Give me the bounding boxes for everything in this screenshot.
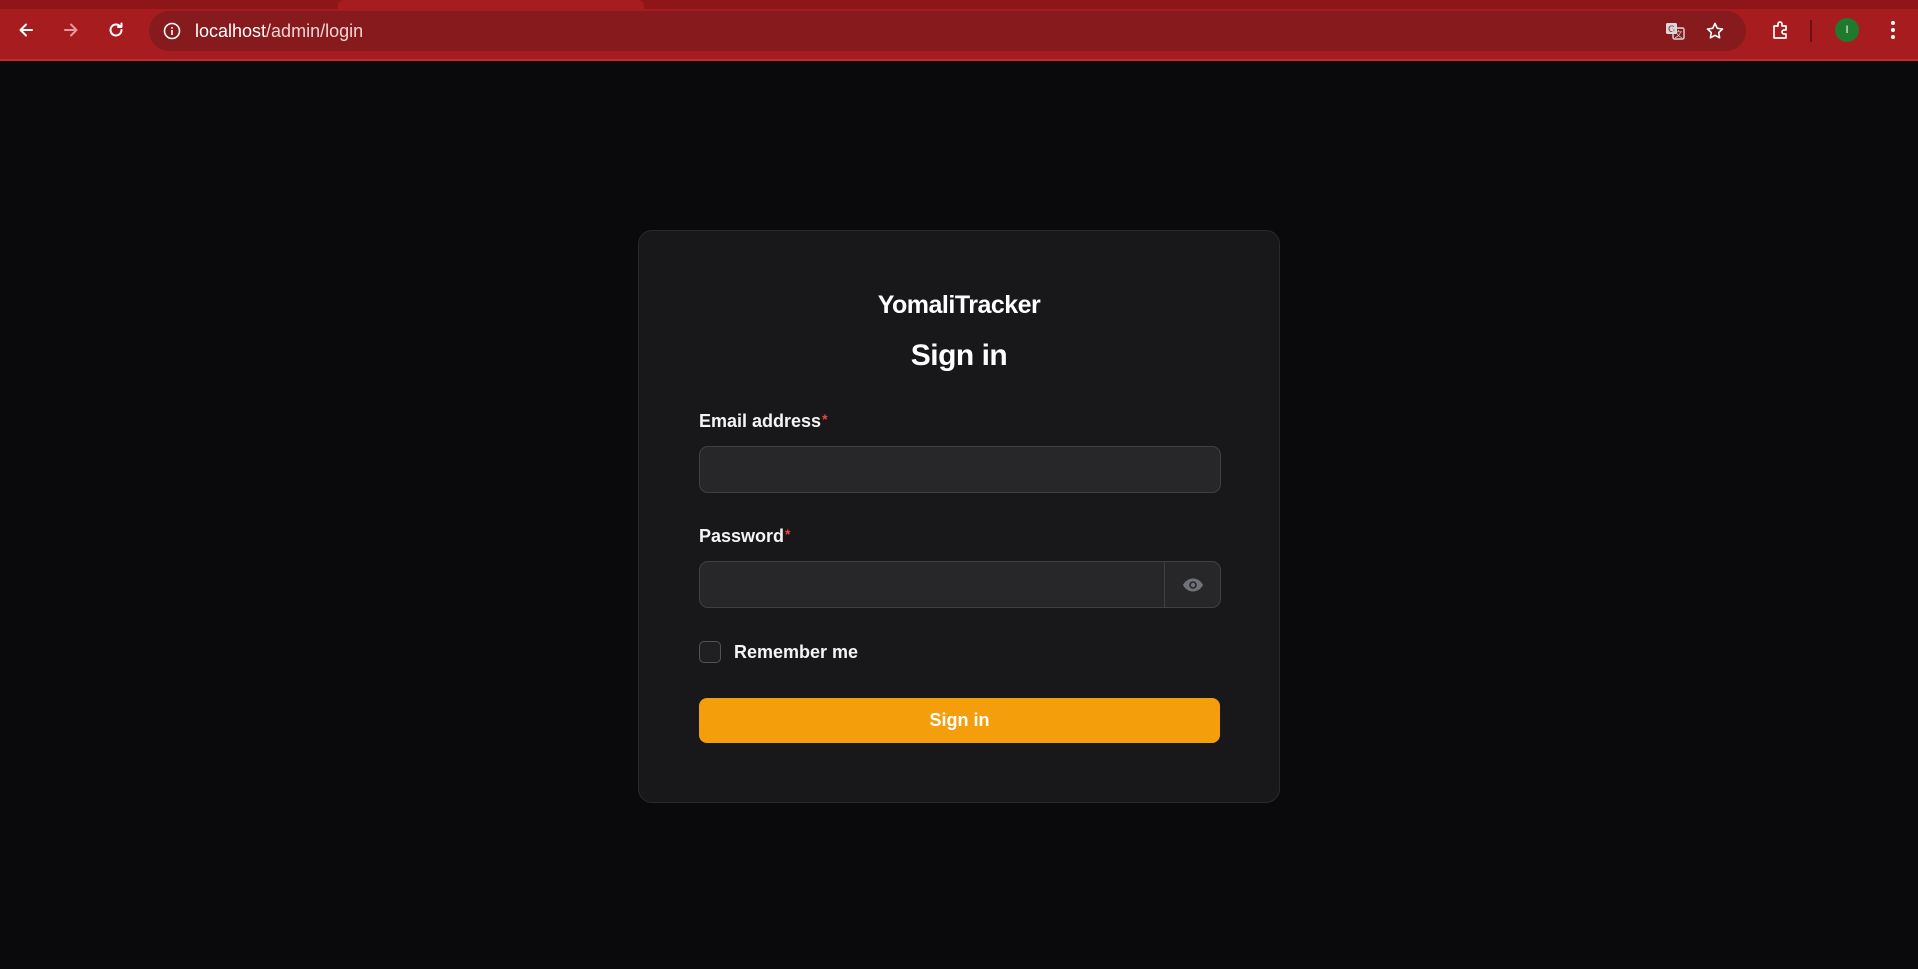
required-mark: * bbox=[785, 526, 791, 542]
browser-toolbar: localhost/admin/login G 文 I bbox=[0, 0, 1918, 61]
profile-avatar[interactable]: I bbox=[1835, 18, 1859, 42]
login-card: YomaliTracker Sign in Email address* Pas… bbox=[638, 230, 1280, 803]
svg-text:文: 文 bbox=[1675, 29, 1683, 39]
email-field-wrapper bbox=[699, 446, 1221, 493]
back-button[interactable] bbox=[10, 14, 42, 46]
arrow-left-icon bbox=[19, 23, 33, 37]
translate-icon[interactable]: G 文 bbox=[1663, 19, 1687, 43]
toggle-password-visibility-button[interactable] bbox=[1164, 562, 1220, 607]
remember-me-label[interactable]: Remember me bbox=[734, 642, 858, 663]
email-label-text: Email address bbox=[699, 411, 822, 431]
page-title: Sign in bbox=[910, 339, 1008, 372]
required-mark: * bbox=[822, 411, 828, 427]
email-field[interactable] bbox=[700, 447, 1220, 492]
address-bar[interactable]: localhost/admin/login G 文 bbox=[149, 11, 1746, 51]
arrow-right-icon bbox=[64, 23, 78, 37]
toolbar-divider bbox=[1810, 20, 1812, 42]
sign-in-button[interactable]: Sign in bbox=[699, 698, 1220, 743]
forward-button[interactable] bbox=[55, 14, 87, 46]
star-icon[interactable] bbox=[1703, 19, 1727, 43]
info-icon[interactable] bbox=[161, 20, 183, 42]
eye-icon bbox=[1182, 578, 1203, 591]
url-host: localhost bbox=[195, 21, 267, 41]
password-field-wrapper bbox=[699, 561, 1221, 608]
url-text[interactable]: localhost/admin/login bbox=[195, 21, 363, 41]
password-label: Password* bbox=[699, 526, 791, 547]
password-field[interactable] bbox=[700, 562, 1165, 607]
brand-name: YomaliTracker bbox=[877, 291, 1041, 319]
url-path: /admin/login bbox=[266, 21, 364, 41]
password-label-text: Password bbox=[699, 526, 785, 546]
kebab-menu-icon[interactable] bbox=[1879, 16, 1907, 44]
remember-me-checkbox[interactable] bbox=[699, 641, 721, 663]
reload-icon bbox=[109, 22, 123, 37]
active-tab[interactable] bbox=[338, 0, 644, 9]
toolbar-bottom-border bbox=[0, 59, 1918, 61]
email-label: Email address* bbox=[699, 411, 828, 432]
reload-button[interactable] bbox=[100, 14, 132, 46]
puzzle-icon[interactable] bbox=[1767, 16, 1795, 44]
tab-strip bbox=[0, 0, 1918, 9]
